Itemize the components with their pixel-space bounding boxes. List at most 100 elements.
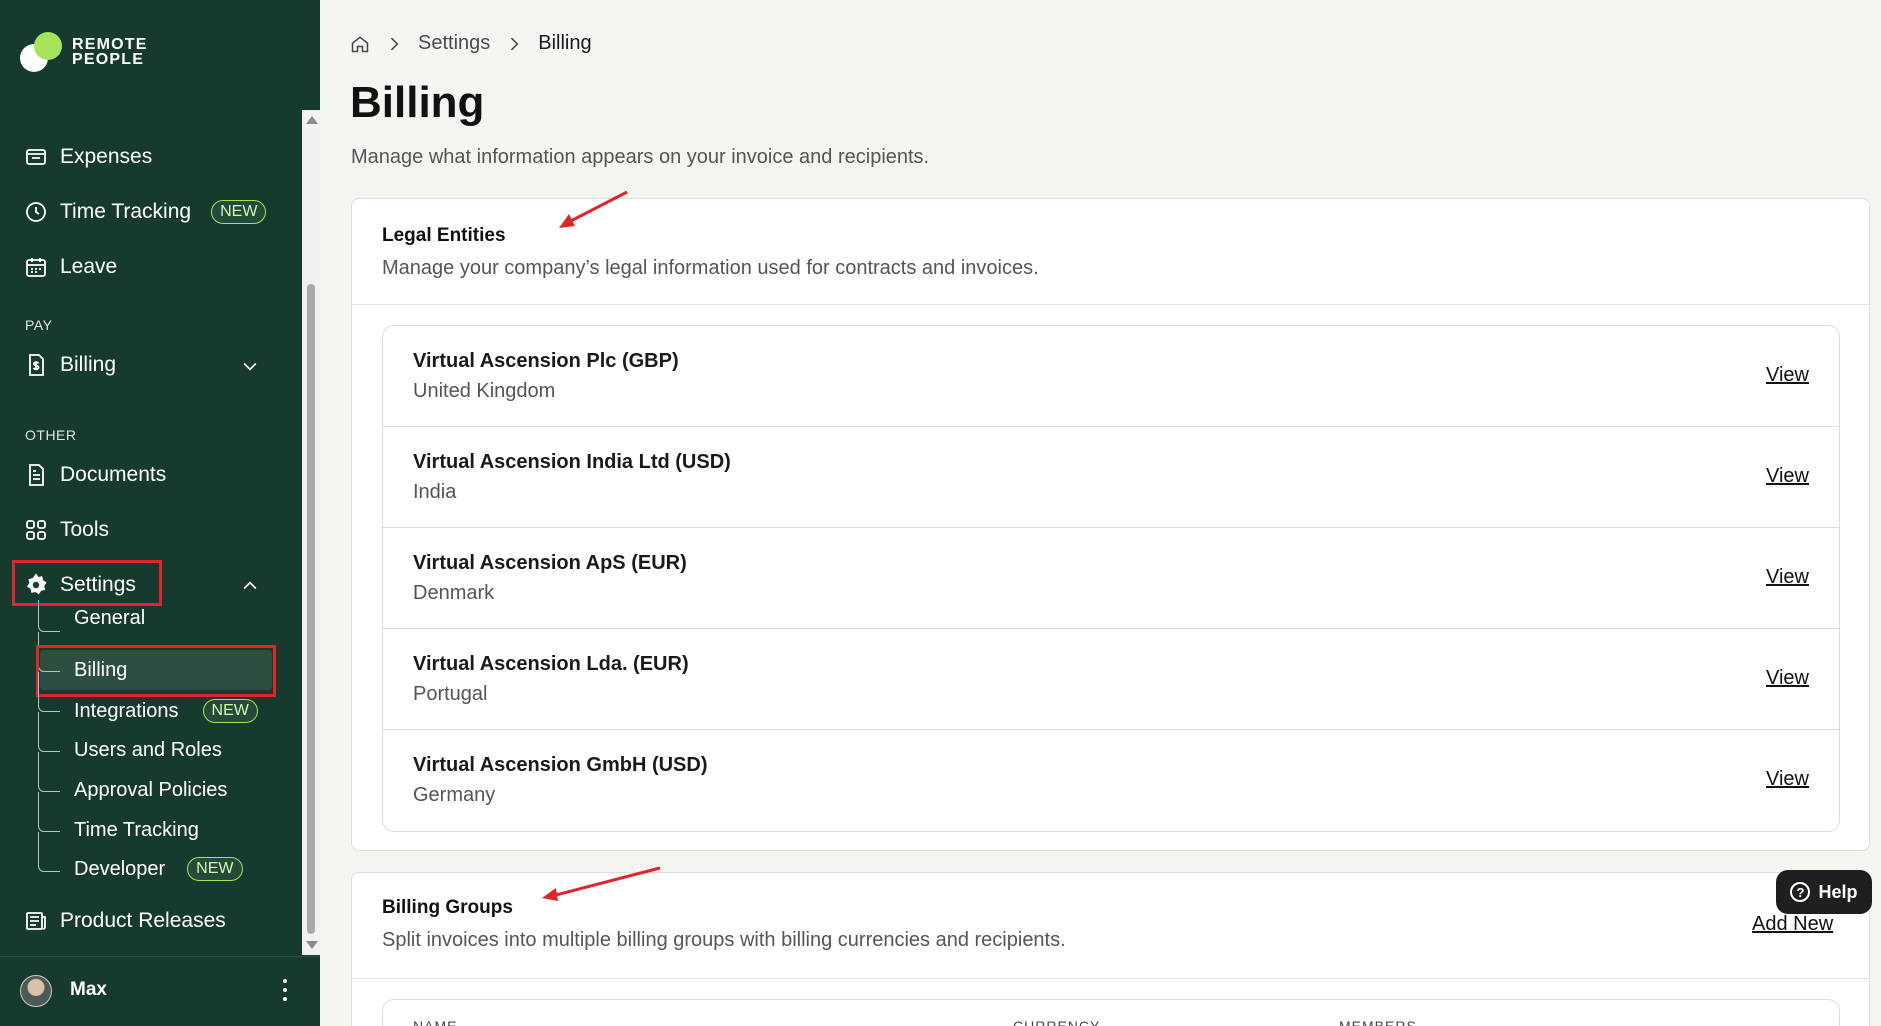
chevron-right-icon [511, 37, 519, 50]
billing-groups-table-header: NAME CURRENCY MEMBERS [382, 999, 1840, 1026]
list-item: Virtual Ascension Lda. (EUR) Portugal Vi… [383, 629, 1839, 730]
new-badge: NEW [187, 857, 243, 881]
sidebar-item-label: Billing [60, 353, 117, 376]
entity-country: United Kingdom [413, 380, 556, 402]
scroll-down-arrow-icon[interactable] [306, 941, 318, 949]
wallet-icon [26, 149, 46, 165]
settings-sub-general[interactable]: General [74, 607, 145, 630]
view-link[interactable]: View [1766, 768, 1809, 791]
tree-connector [38, 792, 60, 832]
legal-entities-card: Legal Entities Manage your company’s leg… [351, 198, 1870, 851]
page-subtitle: Manage what information appears on your … [351, 146, 930, 168]
view-link[interactable]: View [1766, 364, 1809, 387]
list-item: Virtual Ascension India Ltd (USD) India … [383, 427, 1839, 528]
tree-connector [38, 832, 60, 872]
more-options-icon[interactable] [282, 979, 288, 1001]
sidebar-item-leave[interactable]: Leave [24, 250, 117, 284]
tree-connector [38, 600, 60, 632]
sub-item-label: Developer [74, 857, 166, 880]
help-button[interactable]: ? Help [1776, 870, 1872, 914]
entity-country: Portugal [413, 683, 488, 705]
chevron-down-icon[interactable] [240, 356, 260, 376]
calendar-icon [26, 258, 46, 277]
newspaper-icon [26, 912, 46, 930]
home-icon[interactable] [350, 34, 370, 54]
sidebar-item-documents[interactable]: Documents [24, 458, 166, 492]
logo-text-line2: PEOPLE [72, 51, 145, 68]
view-link[interactable]: View [1766, 667, 1809, 690]
clock-icon [26, 202, 46, 222]
scroll-up-arrow-icon[interactable] [306, 116, 318, 124]
sidebar-item-label: Documents [60, 463, 167, 486]
tree-connector [38, 672, 60, 712]
sidebar-scrollbar[interactable] [302, 110, 320, 955]
settings-sub-users-and-roles[interactable]: Users and Roles [74, 739, 222, 762]
sidebar-item-label: Tools [60, 518, 110, 541]
avatar[interactable] [20, 975, 52, 1007]
sidebar-item-label: Leave [60, 255, 118, 278]
entity-name: Virtual Ascension ApS (EUR) [413, 552, 687, 574]
column-header-currency: CURRENCY [1013, 1018, 1101, 1026]
breadcrumb: Settings Billing [350, 32, 592, 55]
annotation-highlight-billing [36, 645, 276, 697]
column-header-name: NAME [413, 1018, 458, 1026]
new-badge: NEW [211, 200, 267, 224]
grid-icon [26, 520, 46, 540]
list-item: Virtual Ascension GmbH (USD) Germany Vie… [383, 730, 1839, 831]
list-item: Virtual Ascension Plc (GBP) United Kingd… [383, 326, 1839, 427]
billing-groups-description: Split invoices into multiple billing gro… [382, 929, 1066, 951]
sidebar-item-tools[interactable]: Tools [24, 513, 109, 547]
logo-mark-icon [18, 30, 62, 74]
entity-name: Virtual Ascension Lda. (EUR) [413, 653, 689, 675]
tree-connector [38, 712, 60, 752]
settings-sub-time-tracking[interactable]: Time Tracking [74, 819, 199, 842]
chevron-up-icon[interactable] [240, 576, 260, 596]
settings-sub-approval-policies[interactable]: Approval Policies [74, 779, 227, 802]
new-badge: NEW [202, 699, 258, 723]
card-divider [352, 978, 1869, 979]
sidebar-item-billing[interactable]: Billing [24, 348, 116, 382]
section-label-pay: PAY [25, 317, 53, 333]
sub-item-label: Integrations [74, 699, 179, 722]
sidebar-item-label: Expenses [60, 145, 153, 168]
entity-country: India [413, 481, 457, 503]
view-link[interactable]: View [1766, 566, 1809, 589]
view-link[interactable]: View [1766, 465, 1809, 488]
entity-name: Virtual Ascension GmbH (USD) [413, 754, 708, 776]
user-name: Max [70, 979, 107, 1000]
tree-connector [38, 752, 60, 792]
sidebar-footer: Max [0, 956, 320, 1026]
invoice-dollar-icon [29, 354, 44, 376]
help-question-icon: ? [1790, 882, 1811, 902]
card-divider [352, 304, 1869, 305]
page-title: Billing [350, 78, 485, 127]
annotation-arrow-icon [542, 866, 661, 901]
scrollbar-thumb[interactable] [307, 284, 315, 934]
sidebar-item-label: Time Tracking [60, 200, 192, 223]
legal-entities-description: Manage your company’s legal information … [382, 257, 1039, 279]
breadcrumb-billing: Billing [538, 32, 592, 54]
legal-entities-list: Virtual Ascension Plc (GBP) United Kingd… [382, 325, 1840, 832]
entity-country: Denmark [413, 582, 495, 604]
sidebar-item-label: Product Releases [60, 909, 226, 932]
annotation-highlight-settings [12, 560, 162, 606]
list-item: Virtual Ascension ApS (EUR) Denmark View [383, 528, 1839, 629]
logo-text-line1: REMOTE [72, 36, 148, 53]
breadcrumb-settings[interactable]: Settings [418, 32, 490, 55]
sidebar: REMOTE PEOPLE Expenses Time Tracking NEW… [0, 0, 320, 1026]
sidebar-item-time-tracking[interactable]: Time Tracking NEW [24, 195, 267, 229]
legal-entities-title: Legal Entities [382, 225, 506, 246]
settings-sub-developer[interactable]: Developer NEW [74, 857, 243, 881]
remote-people-logo[interactable]: REMOTE PEOPLE [18, 30, 148, 74]
annotation-arrow-icon [559, 190, 628, 228]
entity-name: Virtual Ascension India Ltd (USD) [413, 451, 731, 473]
sidebar-item-product-releases[interactable]: Product Releases [24, 904, 226, 938]
document-icon [29, 464, 44, 486]
billing-groups-title: Billing Groups [382, 897, 513, 918]
section-label-other: OTHER [25, 427, 77, 443]
sidebar-item-expenses[interactable]: Expenses [24, 140, 152, 174]
settings-sub-integrations[interactable]: Integrations NEW [74, 699, 258, 723]
help-label: Help [1818, 881, 1858, 902]
add-new-link[interactable]: Add New [1752, 913, 1833, 936]
entity-name: Virtual Ascension Plc (GBP) [413, 350, 679, 372]
